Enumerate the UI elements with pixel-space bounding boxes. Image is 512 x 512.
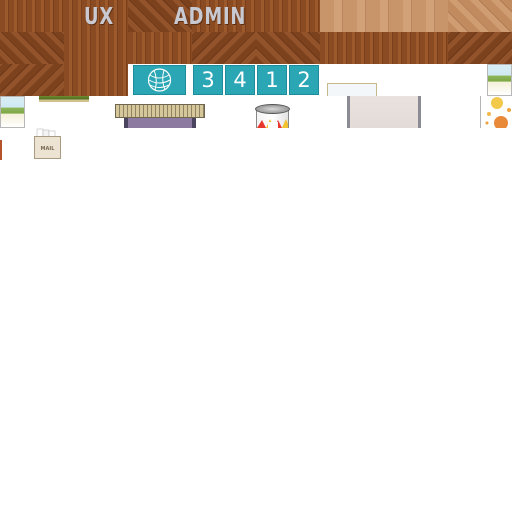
landscape-painting[interactable] [487, 64, 512, 96]
workbench-body[interactable] [124, 118, 196, 128]
floor-tile [256, 32, 320, 64]
mail-box-body: MAIL [34, 136, 61, 159]
floor-tile [320, 32, 384, 64]
floor-tile [64, 64, 128, 96]
floor-tile [0, 32, 64, 64]
floor-tile [128, 32, 192, 64]
yarn-counter-icon-box[interactable] [133, 65, 186, 95]
balloon-decoration[interactable] [480, 96, 512, 128]
mail-label: MAIL [40, 146, 55, 152]
game-room-view: UX ADMIN 3 4 1 2 MAIL [0, 0, 512, 512]
can-lid [255, 104, 290, 114]
mirror-panel[interactable] [347, 96, 421, 128]
painting-frame-bottom-edge [39, 96, 89, 102]
yarn-ball-icon [147, 68, 172, 92]
landscape-painting-left[interactable] [0, 96, 25, 128]
counter-digit-1: 3 [193, 65, 223, 95]
floor-tile-light [448, 0, 512, 32]
floor-tile [384, 32, 448, 64]
floor-tile [192, 32, 256, 64]
picture-frame-top [327, 83, 377, 96]
counter-digit-3: 1 [257, 65, 287, 95]
counter-digit-4: 2 [289, 65, 319, 95]
floor-tile [448, 32, 512, 64]
floor-tile-light [320, 0, 448, 32]
balloon-icon [485, 97, 511, 128]
mail-box[interactable]: MAIL [33, 128, 62, 160]
wall-label-ux: UX [84, 4, 114, 30]
wall-label-admin: ADMIN [174, 4, 247, 30]
floor-tile [0, 64, 64, 96]
floor-tile [256, 0, 320, 32]
floor-tile [0, 0, 64, 32]
floor-tile [64, 32, 128, 64]
item-sliver [0, 140, 2, 160]
counter-digit-2: 4 [225, 65, 255, 95]
workbench-top[interactable] [115, 104, 205, 118]
